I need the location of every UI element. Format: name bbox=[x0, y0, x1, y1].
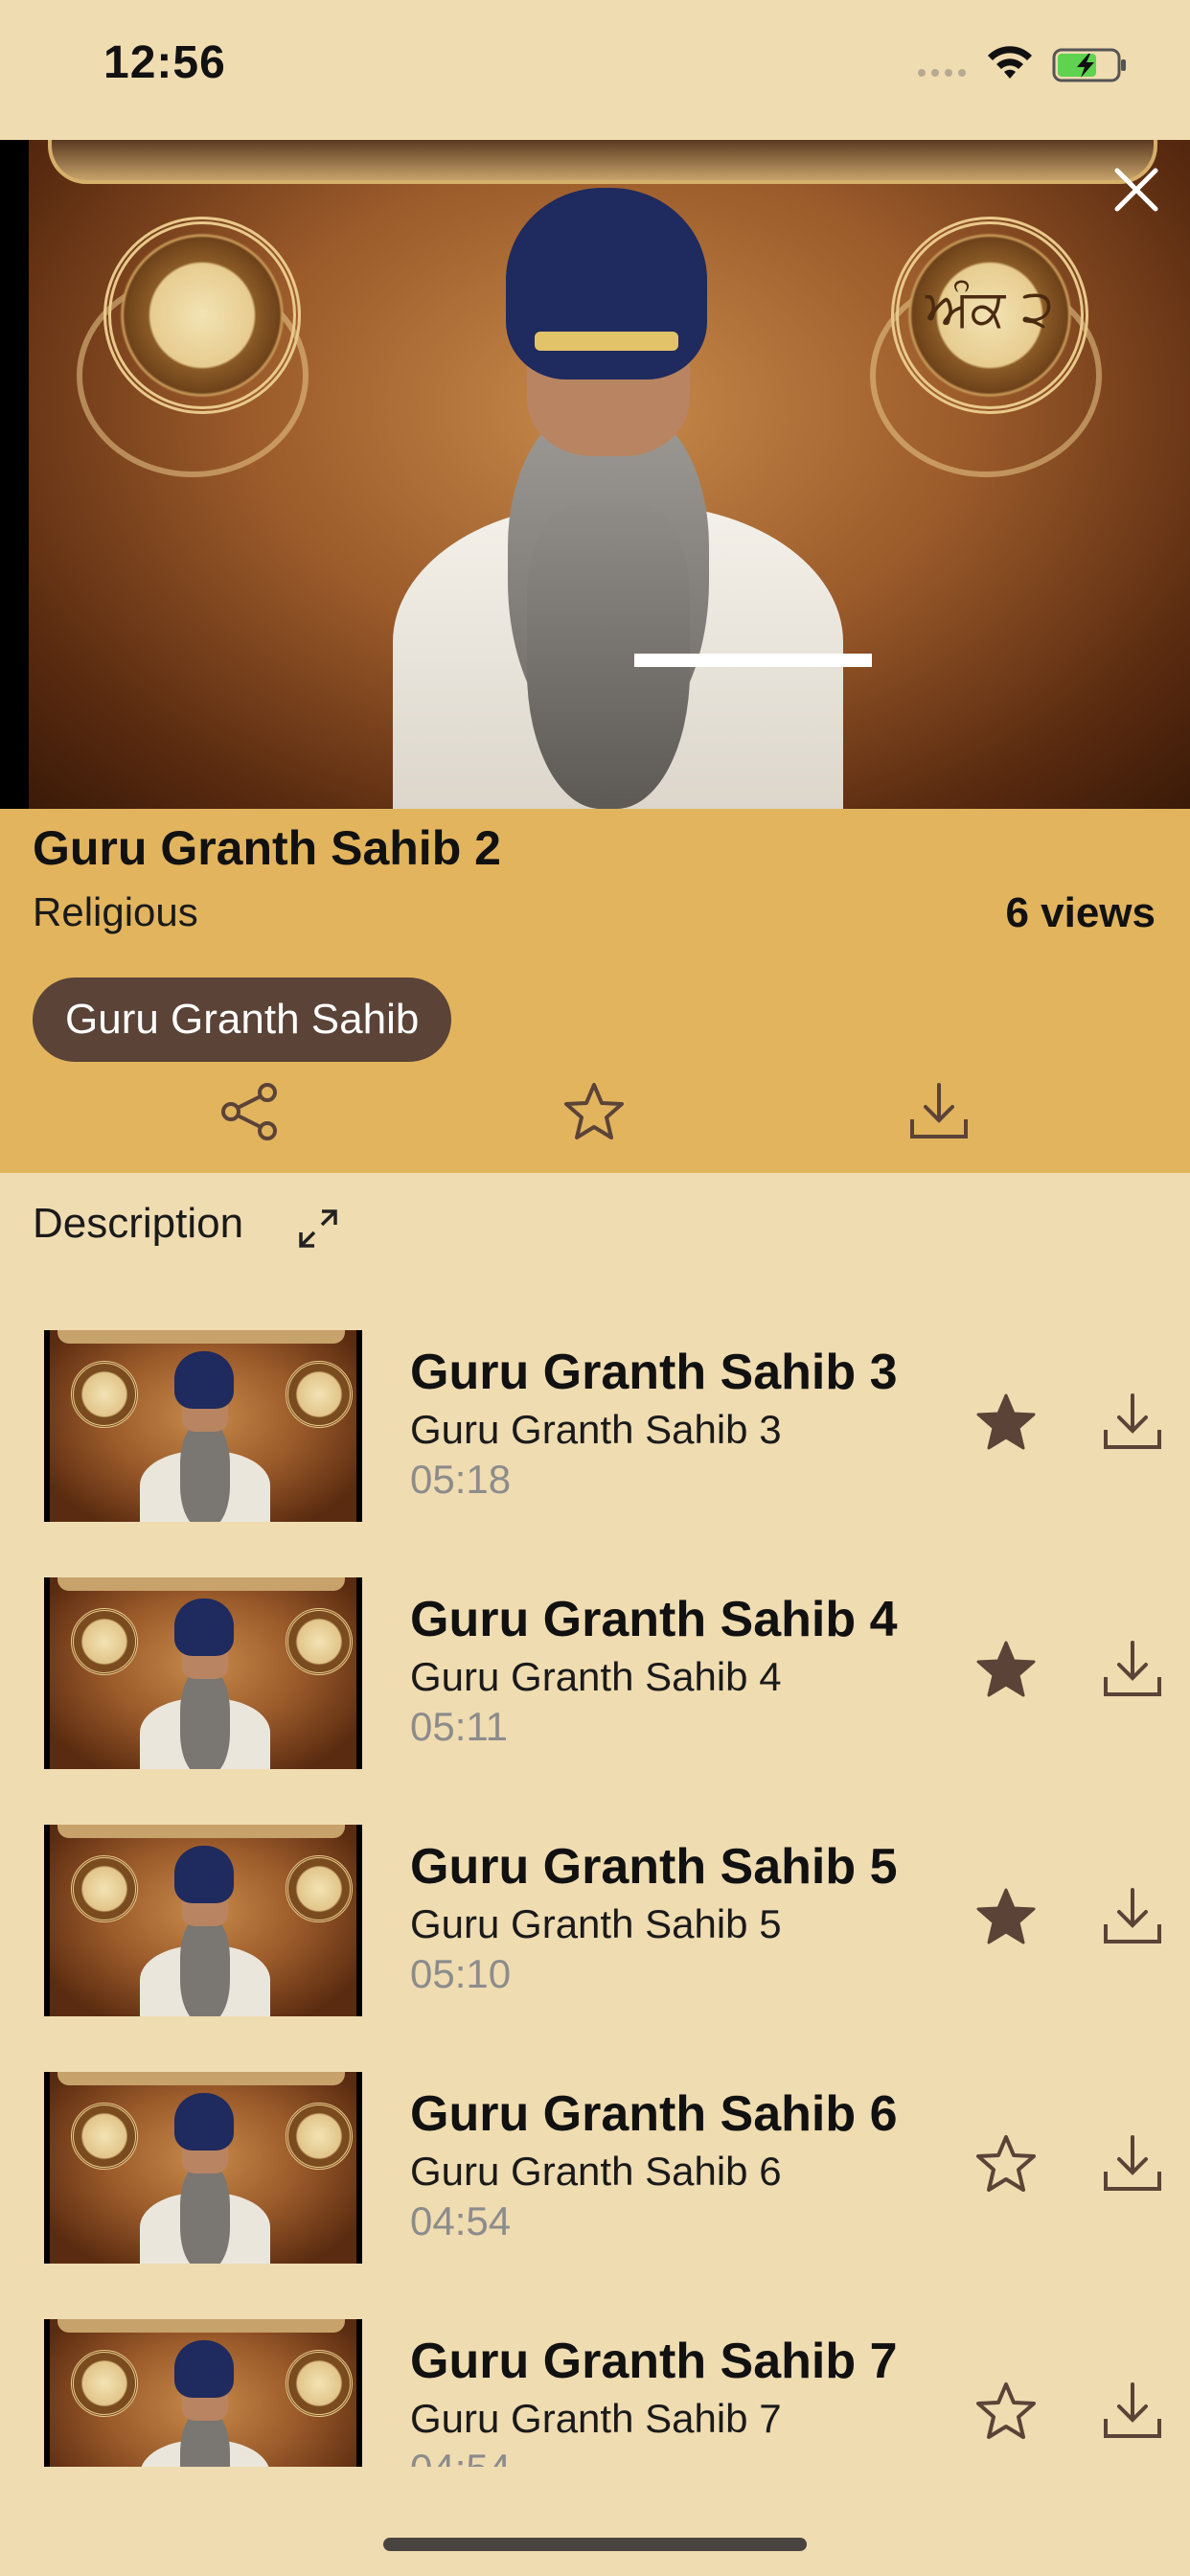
download-icon[interactable] bbox=[1102, 1886, 1163, 1947]
video-player[interactable]: ਅੰਕ ੨ bbox=[0, 140, 1190, 809]
list-item-subtitle: Guru Granth Sahib 3 bbox=[410, 1407, 782, 1452]
video-category: Religious bbox=[33, 889, 198, 934]
status-time: 12:56 bbox=[103, 37, 226, 88]
download-icon[interactable] bbox=[1102, 1639, 1163, 1700]
list-item-duration: 05:10 bbox=[410, 1951, 512, 1996]
video-speaker bbox=[393, 188, 843, 809]
list-item-title: Guru Granth Sahib 5 bbox=[410, 1839, 898, 1895]
favorite-star-outline-icon[interactable] bbox=[563, 1081, 625, 1142]
video-thumbnail[interactable] bbox=[44, 1577, 362, 1769]
video-thumbnail[interactable] bbox=[44, 1825, 362, 2016]
star-filled-icon[interactable] bbox=[975, 1886, 1037, 1947]
view-count: 6 views bbox=[1005, 889, 1156, 936]
list-item-title: Guru Granth Sahib 4 bbox=[410, 1592, 898, 1647]
list-item[interactable]: Guru Granth Sahib 6 Guru Granth Sahib 6 04… bbox=[0, 2072, 1190, 2264]
video-info-panel: Guru Granth Sahib 2 Religious 6 views Gu… bbox=[0, 809, 1190, 1173]
cellular-signal-icon bbox=[918, 69, 966, 77]
expand-icon[interactable] bbox=[297, 1208, 339, 1250]
tag-chip[interactable]: Guru Granth Sahib bbox=[33, 978, 452, 1062]
video-seal-right: ਅੰਕ ੨ bbox=[891, 217, 1088, 414]
download-icon[interactable] bbox=[908, 1081, 970, 1142]
list-item-subtitle: Guru Granth Sahib 5 bbox=[410, 1901, 782, 1946]
star-outline-icon[interactable] bbox=[975, 2133, 1037, 2195]
share-icon[interactable] bbox=[219, 1081, 281, 1142]
video-seek-bar[interactable] bbox=[634, 654, 872, 667]
battery-charging-icon bbox=[1052, 48, 1126, 82]
video-thumbnail[interactable] bbox=[44, 2072, 362, 2264]
list-item-subtitle: Guru Granth Sahib 6 bbox=[410, 2149, 782, 2194]
list-item-subtitle: Guru Granth Sahib 4 bbox=[410, 1654, 782, 1699]
list-item-duration: 05:11 bbox=[410, 1704, 508, 1749]
download-icon[interactable] bbox=[1102, 1392, 1163, 1453]
list-item[interactable]: Guru Granth Sahib 7 Guru Granth Sahib 7 04… bbox=[0, 2319, 1190, 2467]
list-item-duration: 04:54 bbox=[410, 2198, 512, 2243]
home-indicator bbox=[383, 2538, 807, 2551]
list-item-duration: 04:54 bbox=[410, 2446, 511, 2467]
list-item[interactable]: Guru Granth Sahib 3 Guru Granth Sahib 3 05… bbox=[0, 1330, 1190, 1522]
wifi-icon bbox=[988, 46, 1032, 79]
close-icon[interactable] bbox=[1111, 165, 1161, 215]
list-item[interactable]: Guru Granth Sahib 5 Guru Granth Sahib 5 05… bbox=[0, 1825, 1190, 2016]
star-filled-icon[interactable] bbox=[975, 1639, 1037, 1700]
list-item-duration: 05:18 bbox=[410, 1457, 512, 1502]
description-toggle[interactable]: Description bbox=[33, 1200, 337, 1248]
related-videos-list: Guru Granth Sahib 3 Guru Granth Sahib 3 05… bbox=[0, 1330, 1190, 2467]
download-icon[interactable] bbox=[1102, 2380, 1163, 2442]
list-item-title: Guru Granth Sahib 7 bbox=[410, 2334, 898, 2389]
list-item-title: Guru Granth Sahib 6 bbox=[410, 2086, 898, 2142]
video-thumbnail[interactable] bbox=[44, 1330, 362, 1522]
video-thumbnail[interactable] bbox=[44, 2319, 362, 2467]
star-outline-icon[interactable] bbox=[975, 2380, 1037, 2442]
download-icon[interactable] bbox=[1102, 2133, 1163, 2195]
star-filled-icon[interactable] bbox=[975, 1392, 1037, 1453]
list-item-title: Guru Granth Sahib 3 bbox=[410, 1345, 898, 1400]
video-frame: ਅੰਕ ੨ bbox=[29, 140, 1190, 809]
seal-text: ਅੰਕ ੨ bbox=[925, 278, 1055, 338]
video-seal-left bbox=[103, 217, 301, 414]
video-title: Guru Granth Sahib 2 bbox=[33, 821, 501, 875]
description-label: Description bbox=[33, 1200, 244, 1247]
list-item-subtitle: Guru Granth Sahib 7 bbox=[410, 2396, 782, 2441]
status-bar: 12:56 bbox=[0, 0, 1190, 140]
list-item[interactable]: Guru Granth Sahib 4 Guru Granth Sahib 4 05… bbox=[0, 1577, 1190, 1769]
